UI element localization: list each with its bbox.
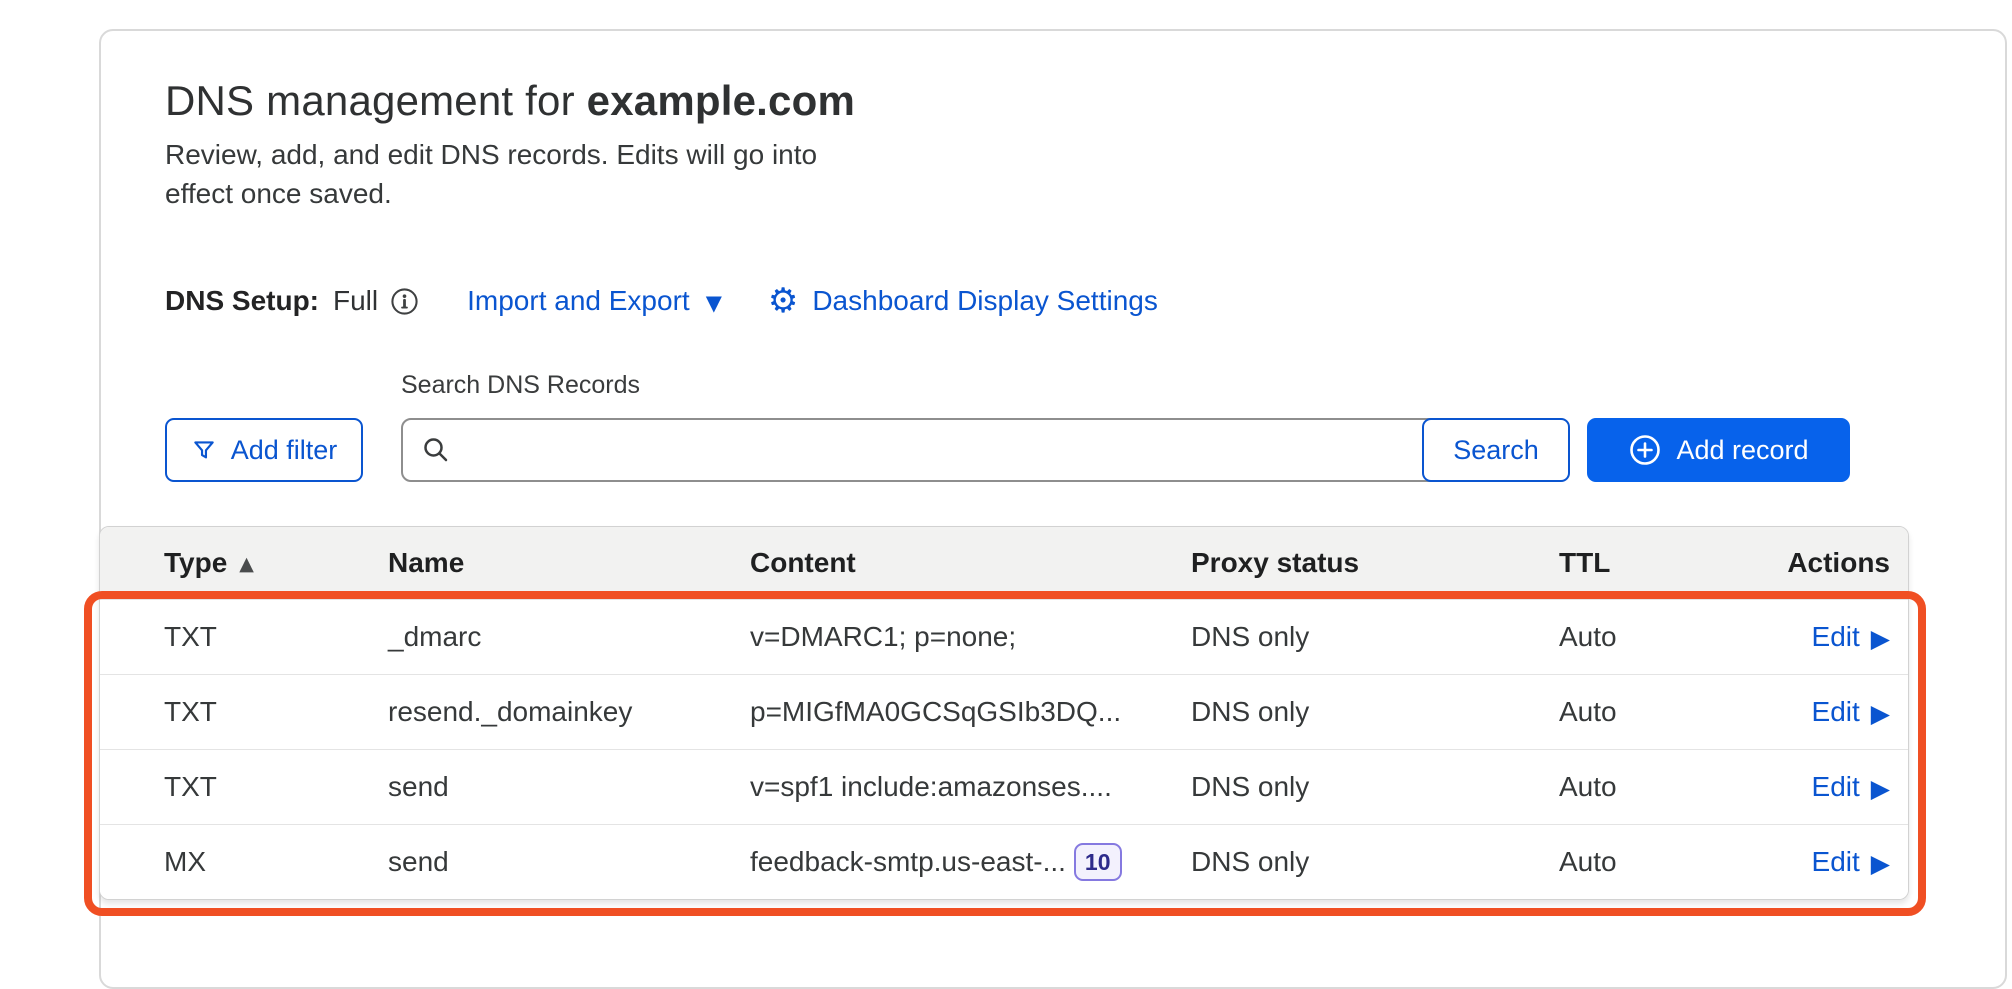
search-button[interactable]: Search — [1422, 418, 1570, 482]
cell-ttl: Auto — [1559, 846, 1760, 878]
cell-content: feedback-smtp.us-east-... — [750, 846, 1066, 878]
caret-right-icon: ▶ — [1871, 851, 1890, 876]
caret-right-icon: ▶ — [1871, 776, 1890, 801]
cell-proxy-status: DNS only — [1191, 771, 1559, 803]
table-row: MX send feedback-smtp.us-east-... 10 DNS… — [100, 824, 1908, 899]
domain-name: example.com — [587, 77, 855, 124]
dns-setup-value: Full — [333, 285, 378, 317]
search-button-label: Search — [1453, 435, 1539, 466]
info-icon[interactable] — [390, 287, 419, 316]
caret-right-icon: ▶ — [1871, 626, 1890, 651]
column-header-name: Name — [388, 547, 750, 579]
search-input[interactable] — [401, 418, 1497, 482]
column-header-ttl: TTL — [1559, 547, 1760, 579]
add-record-button[interactable]: Add record — [1587, 418, 1850, 482]
add-record-label: Add record — [1676, 435, 1808, 466]
priority-badge: 10 — [1074, 843, 1122, 881]
edit-link[interactable]: Edit▶ — [1812, 846, 1890, 878]
page-title-prefix: DNS management for — [165, 77, 575, 124]
cell-proxy-status: DNS only — [1191, 621, 1559, 653]
cell-ttl: Auto — [1559, 621, 1760, 653]
dashboard-display-settings-label: Dashboard Display Settings — [812, 285, 1158, 317]
edit-link[interactable]: Edit▶ — [1812, 771, 1890, 803]
dashboard-display-settings-link[interactable]: ⚙ Dashboard Display Settings — [768, 284, 1158, 318]
cell-name: send — [388, 846, 750, 878]
chevron-down-icon: ▼ — [706, 293, 722, 314]
cell-ttl: Auto — [1559, 696, 1760, 728]
cell-name: send — [388, 771, 750, 803]
column-header-content: Content — [750, 547, 1191, 579]
dns-management-card: DNS management for example.com Review, a… — [99, 29, 2007, 989]
dns-records-table: Type▲ Name Content Proxy status TTL Acti… — [99, 526, 1909, 900]
cell-name: resend._domainkey — [388, 696, 750, 728]
cell-ttl: Auto — [1559, 771, 1760, 803]
table-row: TXT _dmarc v=DMARC1; p=none; DNS only Au… — [100, 599, 1908, 674]
table-row: TXT resend._domainkey p=MIGfMA0GCSqGSIb3… — [100, 674, 1908, 749]
gear-icon: ⚙ — [768, 284, 798, 318]
cell-content: v=DMARC1; p=none; — [750, 621, 1016, 653]
import-export-link[interactable]: Import and Export ▼ — [467, 285, 722, 317]
cell-proxy-status: DNS only — [1191, 696, 1559, 728]
column-header-actions: Actions — [1787, 547, 1890, 579]
page-title: DNS management for example.com — [165, 77, 855, 125]
caret-right-icon: ▶ — [1871, 701, 1890, 726]
filter-icon — [191, 437, 217, 463]
dns-setup-label: DNS Setup: — [165, 285, 319, 317]
cell-content: v=spf1 include:amazonses.... — [750, 771, 1112, 803]
column-header-proxy-status: Proxy status — [1191, 547, 1559, 579]
cell-type: TXT — [164, 696, 388, 728]
cell-type: MX — [164, 846, 388, 878]
edit-link[interactable]: Edit▶ — [1812, 696, 1890, 728]
search-records-label: Search DNS Records — [401, 371, 640, 400]
table-header-row: Type▲ Name Content Proxy status TTL Acti… — [100, 527, 1908, 599]
search-input-wrap — [401, 418, 1497, 482]
table-row: TXT send v=spf1 include:amazonses.... DN… — [100, 749, 1908, 824]
cell-type: TXT — [164, 771, 388, 803]
cell-proxy-status: DNS only — [1191, 846, 1559, 878]
column-header-type[interactable]: Type▲ — [164, 547, 388, 579]
add-filter-label: Add filter — [231, 435, 338, 466]
import-export-label: Import and Export — [467, 285, 690, 317]
plus-icon — [1628, 433, 1662, 467]
cell-content: p=MIGfMA0GCSqGSIb3DQ... — [750, 696, 1121, 728]
edit-link[interactable]: Edit▶ — [1812, 621, 1890, 653]
cell-type: TXT — [164, 621, 388, 653]
cell-name: _dmarc — [388, 621, 750, 653]
page-subtitle: Review, add, and edit DNS records. Edits… — [165, 135, 837, 213]
dns-setup-row: DNS Setup: Full Import and Export ▼ ⚙ Da… — [165, 279, 1158, 323]
add-filter-button[interactable]: Add filter — [165, 418, 363, 482]
sort-ascending-icon: ▲ — [239, 553, 254, 575]
